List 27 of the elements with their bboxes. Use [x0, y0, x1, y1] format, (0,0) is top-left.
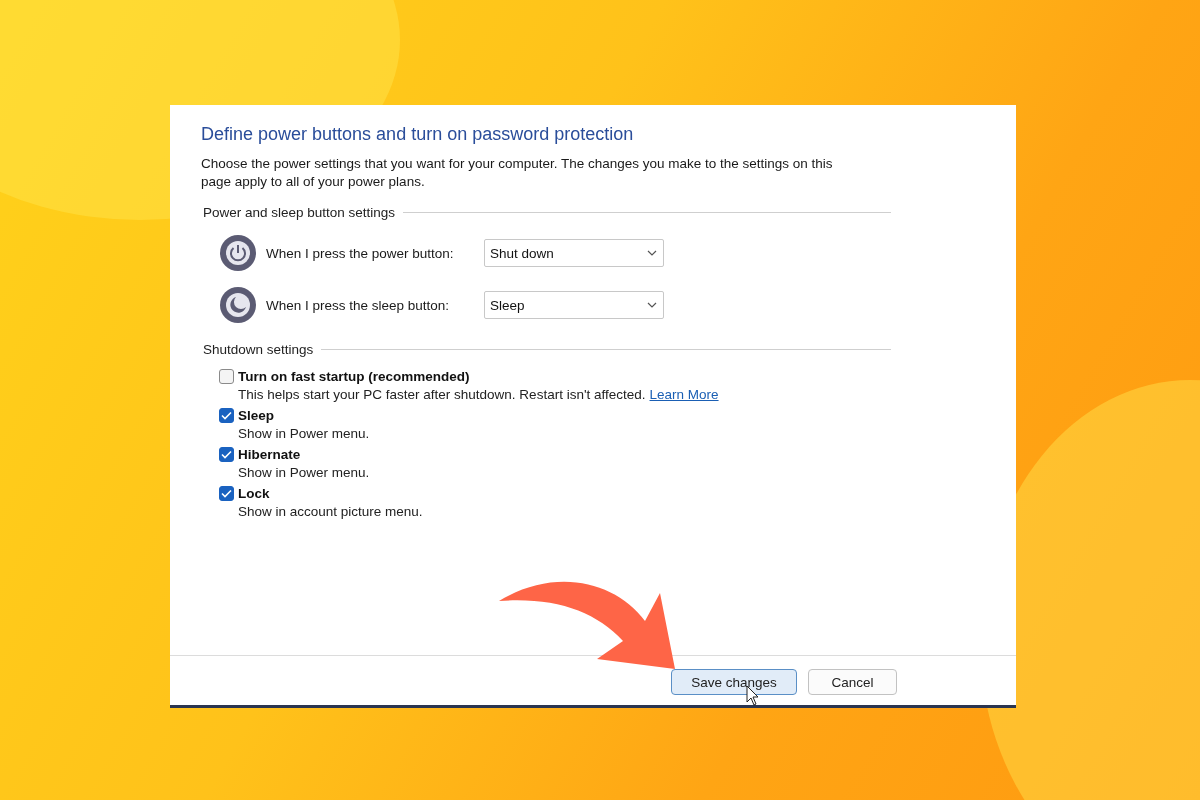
checkbox[interactable]	[219, 486, 234, 501]
power-icon	[219, 234, 257, 272]
setting-label: When I press the power button:	[266, 245, 455, 261]
section-heading: Power and sleep button settings	[203, 205, 396, 220]
option-description: Show in account picture menu.	[238, 504, 423, 519]
section-heading: Shutdown settings	[203, 342, 314, 357]
setting-label: When I press the sleep button:	[266, 297, 451, 313]
moon-icon	[219, 286, 257, 324]
checkbox[interactable]	[219, 369, 234, 384]
page-title: Define power buttons and turn on password protection	[201, 124, 635, 145]
option-description: This helps start your PC faster after shutdown. Restart isn't affected.	[238, 387, 646, 402]
checkbox[interactable]	[219, 447, 234, 462]
action-dropdown[interactable]: Sleep	[484, 291, 664, 319]
chevron-icon	[647, 302, 657, 308]
action-dropdown[interactable]: Shut down	[484, 239, 664, 267]
option-description: Show in Power menu.	[238, 426, 370, 441]
option-label: Sleep	[238, 408, 275, 423]
cancel-button[interactable]: Cancel	[808, 669, 897, 695]
checkbox[interactable]	[219, 408, 234, 423]
option-description: Show in Power menu.	[238, 465, 370, 480]
description-text: Choose the power settings that you want for your computer. The changes you make to the settings on this page apply to all of your power plans.	[201, 155, 834, 191]
option-label: Turn on fast startup (recommended)	[238, 369, 470, 384]
learn-more-link[interactable]: Learn More	[649, 387, 719, 402]
save-button[interactable]: Save changes	[671, 669, 797, 695]
chevron-icon	[647, 250, 657, 256]
option-label: Hibernate	[238, 447, 301, 462]
option-label: Lock	[238, 486, 270, 501]
